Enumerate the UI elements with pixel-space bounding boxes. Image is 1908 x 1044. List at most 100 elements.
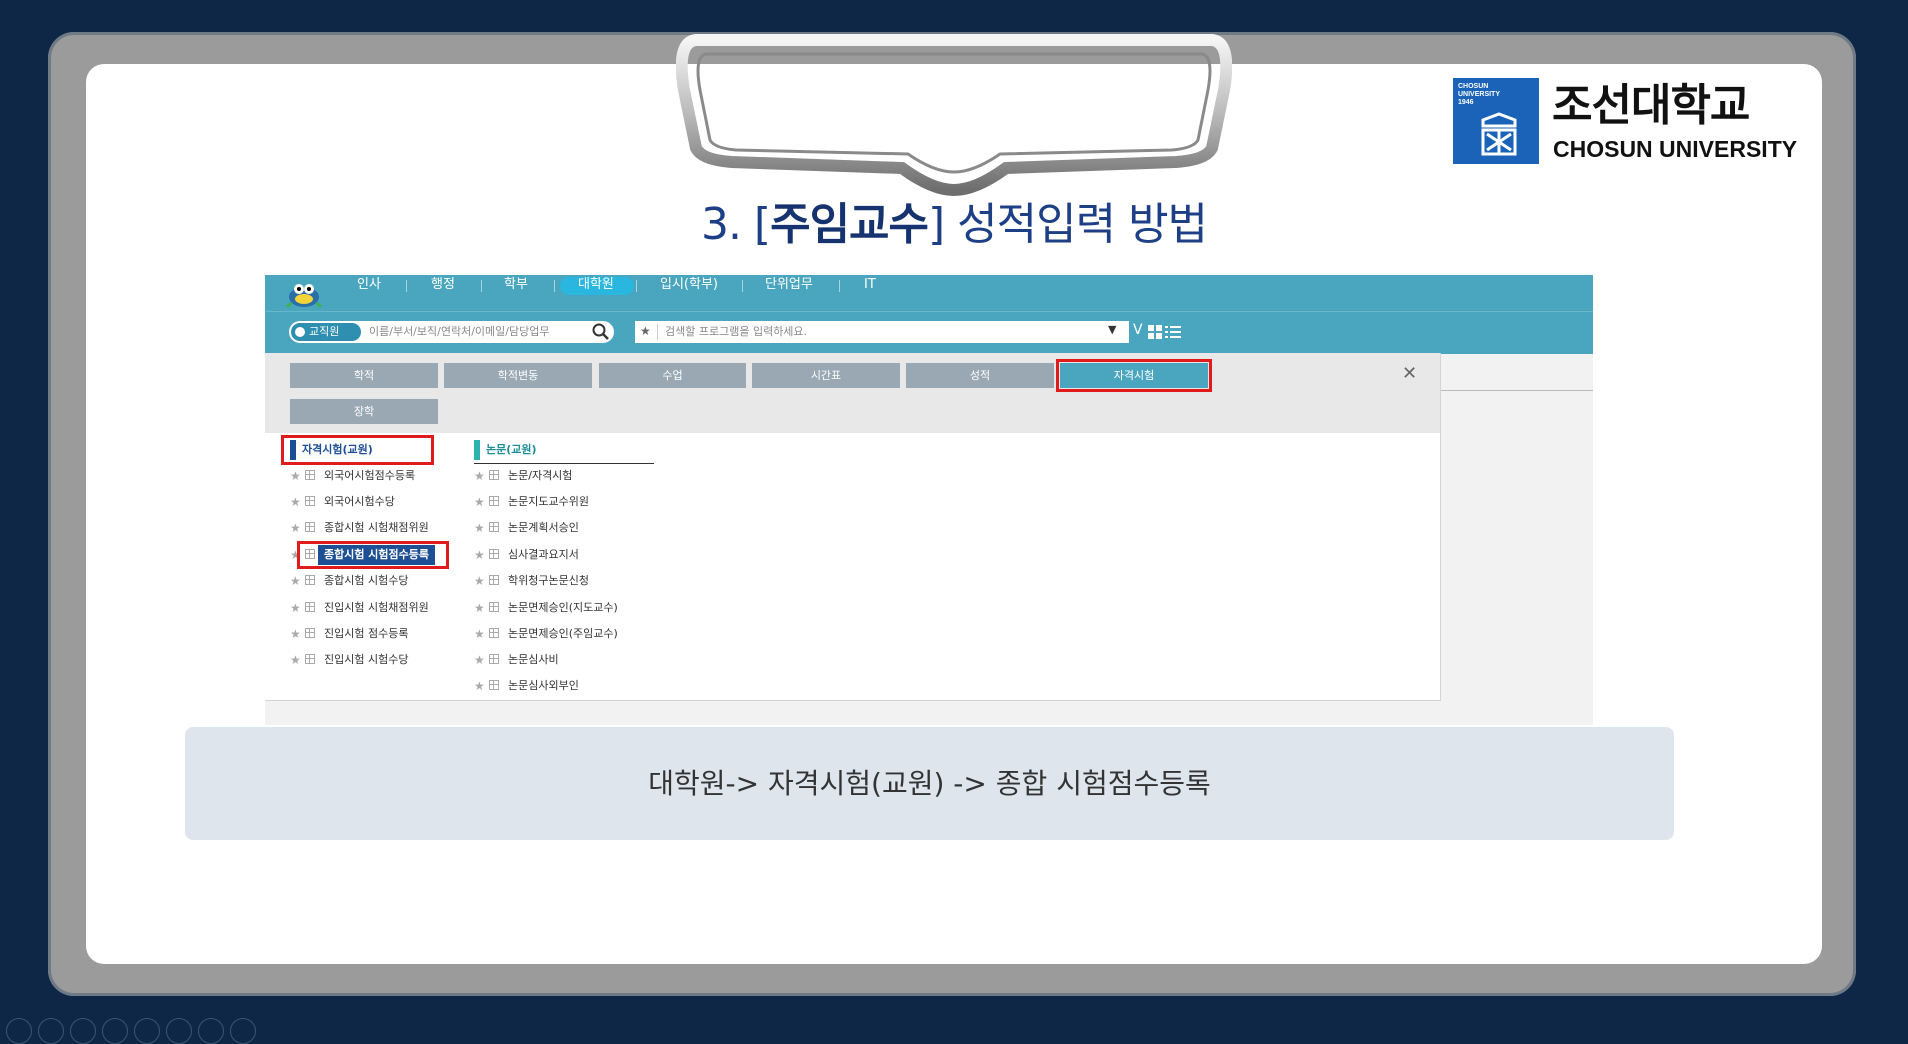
university-logo: CHOSUN UNIVERSITY 1946 조선대학교 CHOSUN UNIV… [1453, 78, 1815, 164]
grid-icon [489, 496, 499, 506]
star-icon[interactable]: ★ [474, 650, 485, 670]
slideshow-control-icon[interactable] [134, 1018, 160, 1044]
favorite-star-icon[interactable]: ★ [640, 324, 651, 338]
star-icon[interactable]: ★ [474, 466, 485, 486]
clipboard-clip-icon [676, 34, 1232, 197]
slideshow-control-icon[interactable] [198, 1018, 224, 1044]
slideshow-control-icon[interactable] [102, 1018, 128, 1044]
tab-scholarship[interactable]: 장학 [290, 399, 438, 424]
nav-separator [636, 280, 637, 292]
grid-icon [305, 602, 315, 612]
people-search-input[interactable]: 교직원 이름/부서/보직/연락처/이메일/담당업무 [289, 321, 614, 343]
star-icon[interactable]: ★ [290, 466, 301, 486]
divider [657, 324, 658, 340]
tab-academic-records[interactable]: 학적 [290, 363, 438, 388]
nav-separator [481, 280, 482, 292]
grid-icon [489, 470, 499, 480]
close-icon[interactable]: ✕ [1402, 364, 1417, 384]
nav-item-undergrad[interactable]: 학부 [504, 275, 528, 295]
star-icon[interactable]: ★ [474, 545, 485, 565]
grid-icon [489, 575, 499, 585]
university-emblem-icon [1481, 112, 1517, 156]
tab-grades[interactable]: 성적 [906, 363, 1054, 388]
title-highlight: 주임교수 [770, 199, 929, 250]
slide-title: 3. [주임교수] 성적입력 방법 [0, 188, 1908, 252]
people-search-placeholder: 이름/부서/보직/연락처/이메일/담당업무 [369, 325, 550, 338]
star-icon[interactable]: ★ [290, 598, 301, 618]
nav-item-unit-tasks[interactable]: 단위업무 [765, 275, 813, 295]
nav-item-it[interactable]: IT [864, 275, 876, 295]
instruction-caption: 대학원-> 자격시험(교원) -> 종합 시험점수등록 [185, 727, 1674, 840]
logo-box-line1: CHOSUN [1458, 83, 1489, 90]
search-icon[interactable] [592, 323, 610, 341]
menu-column-header-thesis: 논문(교원) [474, 438, 624, 462]
star-icon[interactable]: ★ [474, 518, 485, 538]
slideshow-control-icon[interactable] [230, 1018, 256, 1044]
grid-view-icon[interactable] [1148, 325, 1162, 339]
star-icon[interactable]: ★ [474, 624, 485, 644]
tab-record-changes[interactable]: 학적변동 [444, 363, 592, 388]
slideshow-control-icon[interactable] [70, 1018, 96, 1044]
divider [1440, 390, 1593, 391]
grid-icon [489, 654, 499, 664]
star-icon[interactable]: ★ [290, 518, 301, 538]
star-icon[interactable]: ★ [474, 598, 485, 618]
slideshow-control-icon[interactable] [38, 1018, 64, 1044]
star-icon[interactable]: ★ [290, 650, 301, 670]
grid-icon [305, 575, 315, 585]
grid-icon [489, 549, 499, 559]
divider [474, 463, 654, 464]
grid-icon [489, 602, 499, 612]
list-view-icon[interactable] [1165, 325, 1181, 339]
grid-icon [489, 628, 499, 638]
search-scope-toggle[interactable]: 교직원 [291, 323, 361, 341]
nav-separator [742, 280, 743, 292]
title-suffix: ] 성적입력 방법 [928, 199, 1208, 250]
grid-icon [489, 522, 499, 532]
star-icon[interactable]: ★ [290, 624, 301, 644]
view-toggle[interactable]: V [1133, 322, 1143, 338]
nav-separator [554, 280, 555, 292]
tab-classes[interactable]: 수업 [599, 363, 746, 388]
header-bar [474, 440, 480, 460]
star-icon[interactable]: ★ [290, 492, 301, 512]
program-search-placeholder: 검색할 프로그램을 입력하세요. [665, 325, 808, 338]
nav-item-hr[interactable]: 인사 [357, 275, 381, 295]
tab-timetable[interactable]: 시간표 [752, 363, 900, 388]
top-navigation: 인사 행정 학부 대학원 입시(학부) 단위업무 IT [265, 275, 1593, 311]
slideshow-control-icon[interactable] [6, 1018, 32, 1044]
logo-emblem-box: CHOSUN UNIVERSITY 1946 [1453, 78, 1539, 164]
nav-item-admin[interactable]: 행정 [431, 275, 455, 295]
mega-menu-panel: 학적 학적변동 수업 시간표 성적 자격시험 장학 ✕ 자격시험(교원) ★ 외국… [265, 353, 1441, 701]
grid-icon [305, 522, 315, 532]
star-icon[interactable]: ★ [474, 571, 485, 591]
nav-separator [839, 280, 840, 292]
nav-item-admission[interactable]: 입시(학부) [660, 275, 718, 295]
slideshow-control-icon[interactable] [166, 1018, 192, 1044]
star-icon[interactable]: ★ [474, 676, 485, 696]
title-prefix: 3. [ [700, 199, 771, 250]
logo-name-ko: 조선대학교 [1552, 80, 1750, 131]
highlight-box-header [281, 435, 434, 465]
menu-column-header-label: 논문(교원) [486, 443, 537, 456]
nav-item-graduate[interactable]: 대학원 [578, 275, 614, 295]
toggle-dot-icon [295, 327, 305, 337]
logo-name-en: CHOSUN UNIVERSITY [1553, 136, 1798, 162]
grid-icon [305, 496, 315, 506]
search-scope-label: 교직원 [309, 325, 340, 338]
grid-icon [305, 628, 315, 638]
nav-separator [406, 280, 407, 292]
embedded-screenshot: 인사 행정 학부 대학원 입시(학부) 단위업무 IT 교직원 이름/부서/보직… [265, 275, 1593, 725]
star-icon[interactable]: ★ [474, 492, 485, 512]
star-icon[interactable]: ★ [290, 571, 301, 591]
grid-icon [305, 470, 315, 480]
highlight-box-item [297, 541, 449, 569]
grid-icon [489, 680, 499, 690]
mascot-logo-icon[interactable] [285, 277, 323, 309]
dropdown-arrow-icon[interactable]: ▼ [1108, 323, 1116, 336]
logo-box-line3: 1946 [1458, 99, 1474, 106]
search-bar: 교직원 이름/부서/보직/연락처/이메일/담당업무 ★ 검색할 프로그램을 입력… [265, 311, 1593, 354]
logo-box-line2: UNIVERSITY [1458, 91, 1501, 98]
category-tab-band: 학적 학적변동 수업 시간표 성적 자격시험 장학 ✕ [265, 353, 1440, 433]
program-search-input[interactable]: ★ 검색할 프로그램을 입력하세요. ▼ [635, 321, 1129, 343]
